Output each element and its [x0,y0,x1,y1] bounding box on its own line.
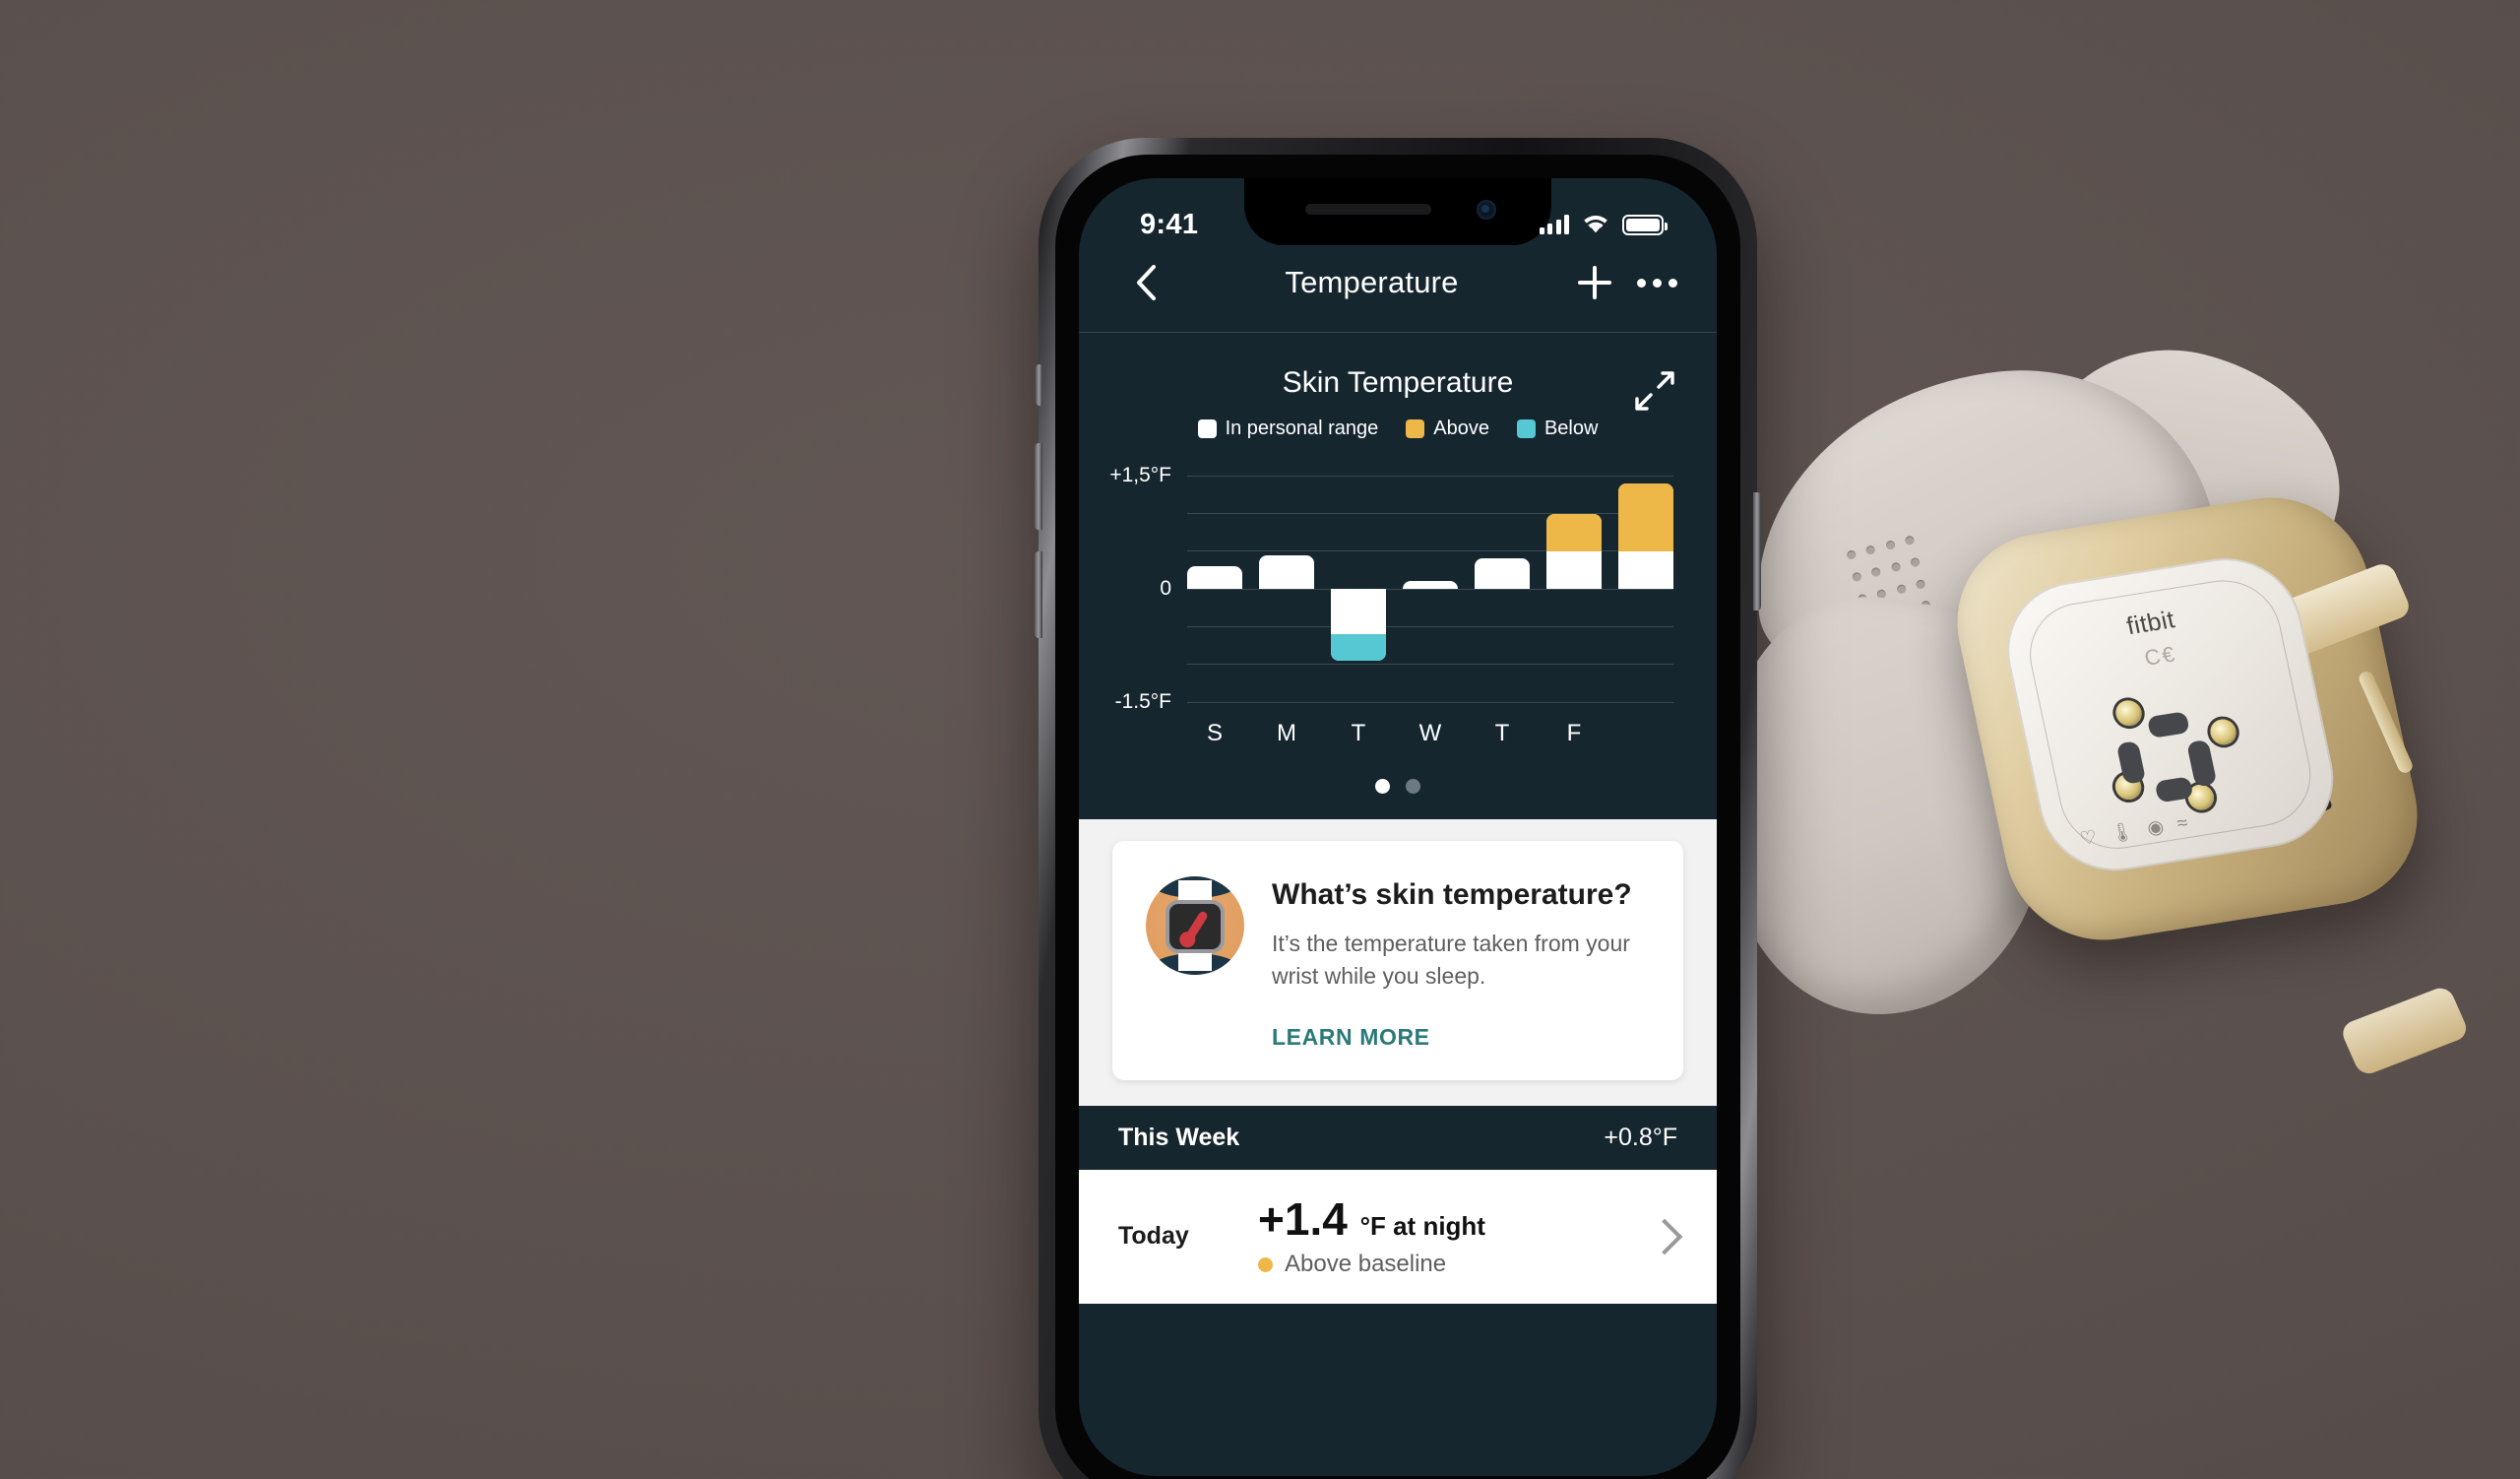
card-body: What’s skin temperature? It’s the temper… [1272,876,1650,1051]
chevron-right-icon[interactable] [1646,1218,1683,1255]
page-title: Temperature [1285,265,1459,299]
bar-slot-2[interactable] [1331,476,1386,702]
watch-case: fitbit C€ ♡ 🌡 ◉ ≈ [1939,483,2471,1078]
watch-sensor-array [2088,682,2268,822]
watch-side-button [2357,669,2416,775]
x-axis-tick-5: F [1566,720,1582,746]
fitbit-watch-photo: fitbit C€ ♡ 🌡 ◉ ≈ [1692,320,2471,1078]
learn-more-link[interactable]: LEARN MORE [1272,1024,1650,1051]
chevron-left-icon [1137,265,1156,300]
today-value-number: +1.4 [1258,1192,1348,1245]
watch-lug-bottom [2338,984,2471,1078]
x-axis-labels: S M T W T F S [1187,709,1673,758]
this-week-label: This Week [1118,1123,1240,1151]
table-row [1259,555,1314,589]
status-bar-time: 9:41 [1140,208,1199,240]
table-row [1331,589,1386,661]
legend-label: Above [1433,418,1489,439]
table-row [1187,566,1242,589]
this-week-header: This Week +0.8°F [1079,1105,1717,1170]
heart-rate-icon: ♡ [2077,826,2100,851]
table-row [1403,581,1458,589]
skin-temperature-chart-panel: Skin Temperature In personal range Above… [1079,333,1717,819]
phone-mute-switch[interactable] [1036,364,1042,406]
y-axis-label-bottom: -1.5°F [1114,690,1171,713]
page-dot-active[interactable] [1375,779,1390,794]
chart-legend: In personal range Above Below [1079,418,1717,440]
ce-mark-icon: C€ [2142,641,2179,671]
table-row [1475,558,1530,589]
cellular-signal-icon [1539,215,1569,234]
watch-thermometer-avatar [1146,876,1244,975]
whats-skin-temperature-card[interactable]: What’s skin temperature? It’s the temper… [1112,841,1683,1080]
card-description: It’s the temperature taken from your wri… [1272,931,1630,990]
bar-chart[interactable]: +1,5°F 0 -1.5°F [1109,464,1673,713]
bar-slot-1[interactable] [1259,476,1314,702]
this-week-value: +0.8°F [1604,1123,1677,1151]
gps-icon: ◉ [2145,816,2167,840]
today-temperature-value: +1.4 °F at night [1258,1195,1622,1243]
nav-actions [1578,266,1677,299]
chart-title: Skin Temperature [1282,366,1514,399]
phone-mockup: 9:41 Temperature Skin Temperature In per… [1035,138,1761,1479]
y-axis-label-top: +1,5°F [1109,464,1171,486]
x-axis-tick-4: T [1494,720,1510,746]
today-value-unit: °F at night [1359,1210,1485,1241]
card-title: What’s skin temperature? [1272,878,1632,911]
today-list-item[interactable]: Today +1.4 °F at night Above baseline [1079,1169,1717,1304]
bar-group [1187,476,1673,702]
x-axis-tick-0: S [1206,720,1223,746]
bar-slot-6[interactable] [1618,476,1673,702]
page-dot-inactive[interactable] [1406,779,1420,794]
navigation-bar: Temperature [1079,249,1717,333]
bar-slot-5[interactable] [1546,476,1602,702]
phone-power-button[interactable] [1753,492,1761,611]
table-row [1546,514,1602,589]
y-axis-label-zero: 0 [1160,577,1171,600]
legend-item-in-personal-range: In personal range [1197,418,1379,440]
watch-sensor-plate: fitbit C€ ♡ 🌡 ◉ ≈ [1993,547,2348,881]
status-bar: 9:41 [1079,178,1717,249]
x-axis-tick-6-today: S [1618,709,1673,758]
x-axis-tick-1: M [1277,720,1296,746]
more-options-icon[interactable] [1637,278,1677,288]
bar-slot-3[interactable] [1403,476,1458,702]
bar-slot-0[interactable] [1187,476,1242,702]
today-main: +1.4 °F at night Above baseline [1258,1195,1622,1278]
x-axis-tick-label: S [1637,720,1654,746]
status-badge [1258,1256,1273,1272]
phone-bezel: 9:41 Temperature Skin Temperature In per… [1055,155,1740,1479]
phone-volume-up-button[interactable] [1035,443,1042,530]
battery-icon [1622,214,1668,235]
thermometer-icon: 🌡 [2108,820,2136,846]
wifi-icon [1584,215,1607,232]
today-status-label: Above baseline [1285,1251,1447,1277]
phone-volume-down-button[interactable] [1035,551,1042,638]
phone-screen: 9:41 Temperature Skin Temperature In per… [1079,178,1717,1476]
x-axis-tick-2: T [1351,720,1366,746]
legend-label: Below [1544,418,1599,439]
legend-label: In personal range [1225,418,1379,439]
info-card-section: What’s skin temperature? It’s the temper… [1079,819,1717,1106]
today-label: Today [1118,1222,1189,1251]
carousel-page-dots [1079,747,1717,819]
plus-icon[interactable] [1578,266,1611,299]
expand-fullscreen-icon[interactable] [1632,368,1677,414]
legend-item-below: Below [1516,418,1599,440]
legend-item-above: Above [1406,418,1489,440]
today-status: Above baseline [1258,1251,1622,1278]
status-bar-icons [1539,214,1668,235]
bar-slot-4[interactable] [1475,476,1530,702]
table-row [1618,483,1673,589]
x-axis-tick-3: W [1418,720,1442,746]
